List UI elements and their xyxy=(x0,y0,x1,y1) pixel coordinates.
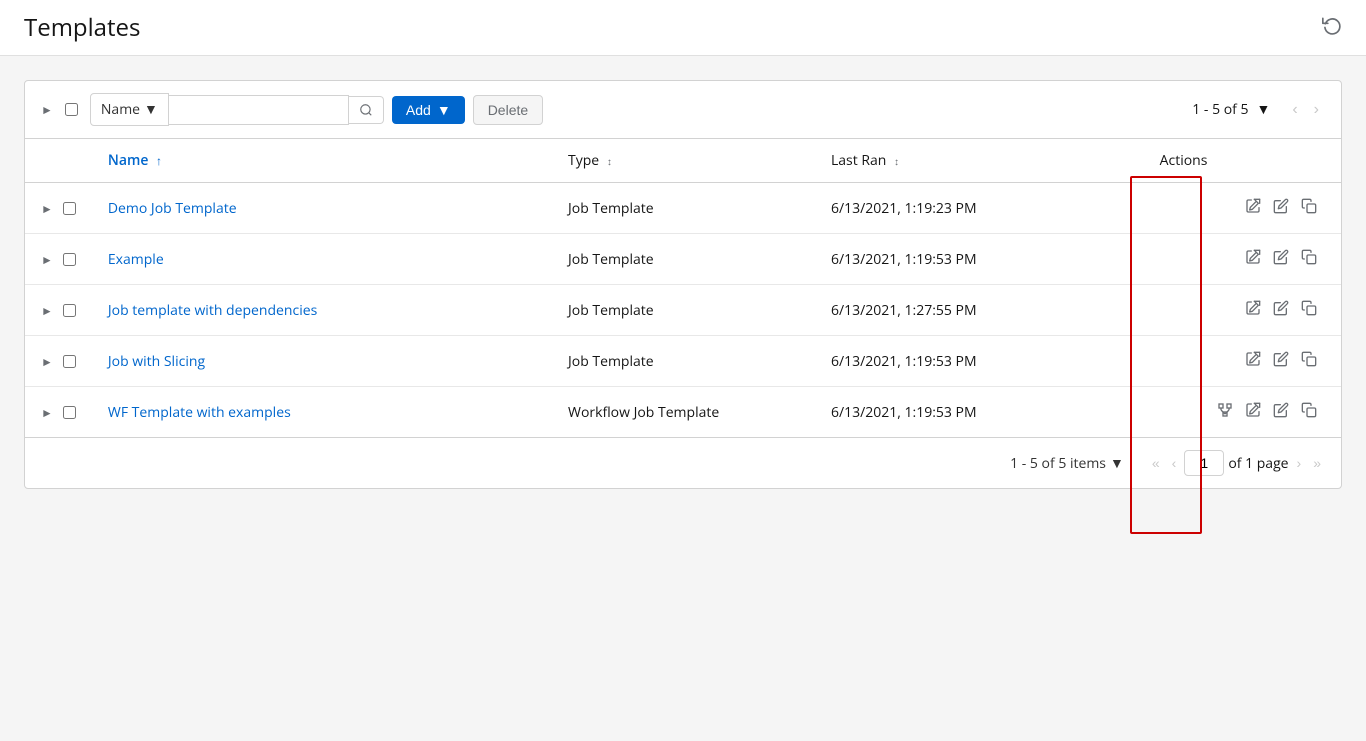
table-footer: 1 - 5 of 5 items ▼ « ‹ 1 of 1 page › » xyxy=(25,437,1341,488)
row-expand-icon[interactable]: ► xyxy=(41,353,53,370)
chevron-down-icon: ▼ xyxy=(144,100,158,119)
page-number-input[interactable]: 1 xyxy=(1184,450,1224,476)
launch-icon[interactable] xyxy=(1245,350,1261,372)
pagination-info: 1 - 5 of 5 ▼ xyxy=(1192,100,1270,119)
history-icon[interactable] xyxy=(1322,14,1342,41)
row-type: Workflow Job Template xyxy=(552,387,815,438)
add-chevron-icon: ▼ xyxy=(437,102,451,118)
row-type: Job Template xyxy=(552,183,815,234)
delete-button[interactable]: Delete xyxy=(473,95,543,125)
row-checkbox[interactable] xyxy=(63,355,76,368)
launch-icon[interactable] xyxy=(1245,248,1261,270)
th-expand-checkbox xyxy=(25,139,92,183)
row-expand-icon[interactable]: ► xyxy=(41,200,53,217)
table-row: ► Example Job Template6/13/2021, 1:19:53 … xyxy=(25,234,1341,285)
pagination-nav: ‹ › xyxy=(1286,97,1325,123)
table-row: ► Job with Slicing Job Template6/13/2021,… xyxy=(25,336,1341,387)
last-page-button[interactable]: » xyxy=(1309,451,1325,475)
table-row: ► WF Template with examples Workflow Job … xyxy=(25,387,1341,438)
row-last-ran: 6/13/2021, 1:19:53 PM xyxy=(815,234,1144,285)
row-name-link[interactable]: Job template with dependencies xyxy=(108,301,317,320)
th-actions: Actions xyxy=(1144,139,1341,183)
sort-neutral-icon-lastran: ↕ xyxy=(894,154,899,168)
th-last-ran[interactable]: Last Ran ↕ xyxy=(815,139,1144,183)
edit-icon[interactable] xyxy=(1273,299,1289,321)
row-checkbox[interactable] xyxy=(63,406,76,419)
row-type: Job Template xyxy=(552,336,815,387)
launch-icon[interactable] xyxy=(1245,197,1261,219)
content-area: ► Name ▼ Add ▼ Dele xyxy=(0,56,1366,513)
table-container: ► Name ▼ Add ▼ Dele xyxy=(24,80,1342,489)
row-last-ran: 6/13/2021, 1:19:53 PM xyxy=(815,387,1144,438)
row-expand-icon[interactable]: ► xyxy=(41,251,53,268)
prev-page-button[interactable]: ‹ xyxy=(1286,97,1303,123)
visualizer-icon[interactable] xyxy=(1217,401,1233,423)
expand-all-icon[interactable]: ► xyxy=(41,101,53,118)
row-checkbox[interactable] xyxy=(63,253,76,266)
copy-icon[interactable] xyxy=(1301,248,1317,270)
row-expand-icon[interactable]: ► xyxy=(41,404,53,421)
page-title: Templates xyxy=(24,11,140,44)
copy-icon[interactable] xyxy=(1301,197,1317,219)
sort-asc-icon: ↑ xyxy=(156,152,162,169)
row-checkbox[interactable] xyxy=(63,202,76,215)
row-name-link[interactable]: WF Template with examples xyxy=(108,403,291,422)
first-page-button[interactable]: « xyxy=(1148,451,1164,475)
table-row: ► Demo Job Template Job Template6/13/2021… xyxy=(25,183,1341,234)
launch-icon[interactable] xyxy=(1245,299,1261,321)
filter-dropdown[interactable]: Name ▼ xyxy=(90,93,169,126)
chevron-down-icon[interactable]: ▼ xyxy=(1256,100,1270,119)
edit-icon[interactable] xyxy=(1273,248,1289,270)
copy-icon[interactable] xyxy=(1301,350,1317,372)
table-header-row: Name ↑ Type ↕ Last Ran ↕ Actions xyxy=(25,139,1341,183)
toolbar: ► Name ▼ Add ▼ Dele xyxy=(25,81,1341,139)
add-button[interactable]: Add ▼ xyxy=(392,96,465,124)
row-type: Job Template xyxy=(552,285,815,336)
sort-neutral-icon-type: ↕ xyxy=(607,154,612,168)
row-last-ran: 6/13/2021, 1:19:23 PM xyxy=(815,183,1144,234)
copy-icon[interactable] xyxy=(1301,299,1317,321)
filter-label: Name xyxy=(101,100,140,119)
footer-pagination: 1 - 5 of 5 items ▼ xyxy=(1010,454,1124,473)
search-input[interactable] xyxy=(169,95,349,125)
search-button[interactable] xyxy=(349,96,384,124)
row-last-ran: 6/13/2021, 1:19:53 PM xyxy=(815,336,1144,387)
copy-icon[interactable] xyxy=(1301,401,1317,423)
row-name-link[interactable]: Demo Job Template xyxy=(108,199,237,218)
edit-icon[interactable] xyxy=(1273,197,1289,219)
edit-icon[interactable] xyxy=(1273,401,1289,423)
th-type[interactable]: Type ↕ xyxy=(552,139,815,183)
select-all-checkbox[interactable] xyxy=(65,103,78,116)
row-last-ran: 6/13/2021, 1:27:55 PM xyxy=(815,285,1144,336)
prev-page-footer-button[interactable]: ‹ xyxy=(1168,451,1181,475)
next-page-footer-button[interactable]: › xyxy=(1293,451,1306,475)
table-wrapper: Name ↑ Type ↕ Last Ran ↕ Actions xyxy=(25,139,1341,437)
row-name-link[interactable]: Example xyxy=(108,250,164,269)
filter-wrapper: Name ▼ xyxy=(90,93,384,126)
data-table: Name ↑ Type ↕ Last Ran ↕ Actions xyxy=(25,139,1341,437)
edit-icon[interactable] xyxy=(1273,350,1289,372)
table-row: ► Job template with dependencies Job Temp… xyxy=(25,285,1341,336)
row-expand-icon[interactable]: ► xyxy=(41,302,53,319)
row-name-link[interactable]: Job with Slicing xyxy=(108,352,205,371)
row-checkbox[interactable] xyxy=(63,304,76,317)
row-type: Job Template xyxy=(552,234,815,285)
page-header: Templates xyxy=(0,0,1366,56)
footer-chevron-icon[interactable]: ▼ xyxy=(1110,454,1124,473)
th-name[interactable]: Name ↑ xyxy=(92,139,552,183)
launch-icon[interactable] xyxy=(1245,401,1261,423)
next-page-button[interactable]: › xyxy=(1308,97,1325,123)
